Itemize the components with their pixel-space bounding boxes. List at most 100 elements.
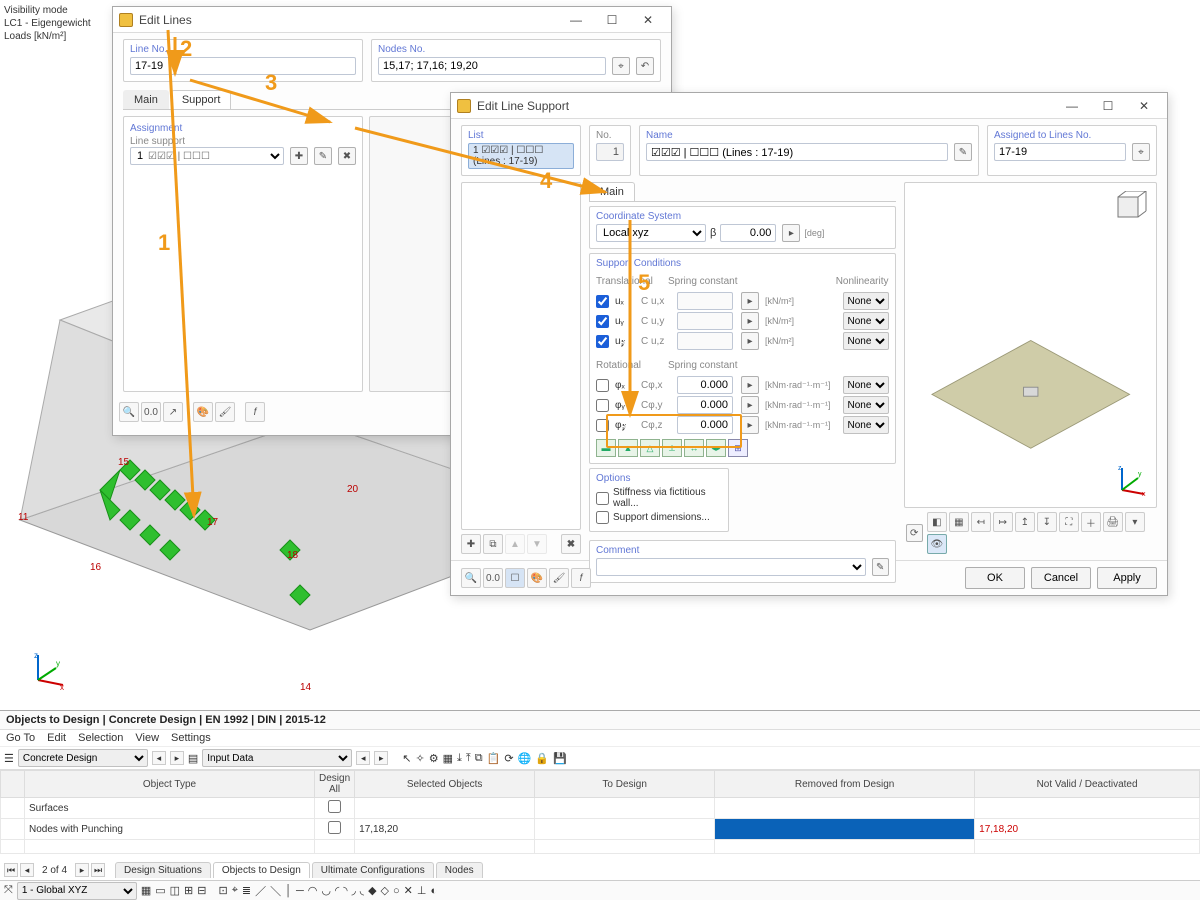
brush-icon[interactable]: 🖌	[549, 568, 569, 588]
view-iso-icon[interactable]: ◧	[927, 512, 947, 532]
sb-grid-icon[interactable]: ⊡	[218, 884, 227, 897]
sync-camera-icon[interactable]: 👁	[927, 534, 947, 554]
tree-icon[interactable]: ☰	[4, 752, 14, 765]
pager-next-icon[interactable]: ▸	[75, 863, 89, 877]
uy-check[interactable]	[596, 315, 609, 328]
support-titlebar[interactable]: Edit Line Support — ☐ ✕	[451, 93, 1167, 119]
arc-tool-icon[interactable]: ◝	[343, 884, 347, 897]
cancel-button[interactable]: Cancel	[1031, 567, 1091, 589]
category-select[interactable]: Concrete Design	[18, 749, 148, 767]
tool-paste-icon[interactable]: 📋	[487, 752, 501, 765]
snap-tangent-icon[interactable]: ◐	[430, 885, 437, 897]
arc-tool-icon[interactable]: ◞	[352, 884, 356, 897]
tool-globe-icon[interactable]: 🌐	[518, 752, 532, 765]
spinner-icon[interactable]: ▸	[741, 416, 759, 434]
tool-export-icon[interactable]: ⤒	[466, 752, 471, 765]
spinner-icon[interactable]: ▸	[741, 312, 759, 330]
ux-check[interactable]	[596, 295, 609, 308]
edit-support-icon[interactable]: ✎	[314, 147, 332, 165]
name-input[interactable]	[646, 143, 948, 161]
list-item[interactable]: 1 ☑☑☑ | ☐☐☐ (Lines : 17-19)	[468, 143, 574, 169]
select-icon[interactable]: ☐	[505, 568, 525, 588]
removed-cell[interactable]	[715, 819, 975, 840]
arc-tool-icon[interactable]: ◠	[308, 884, 318, 897]
dup-item-icon[interactable]: ⧉	[483, 534, 503, 554]
view-top-icon[interactable]: ↥	[1015, 512, 1035, 532]
tab-support[interactable]: Support	[171, 90, 232, 109]
delete-support-icon[interactable]: ✖	[338, 147, 356, 165]
tool-refresh-icon[interactable]: ⟳	[504, 752, 513, 765]
data-prev-icon[interactable]: ◂	[356, 751, 370, 765]
color-icon[interactable]: 🎨	[193, 402, 213, 422]
snap-mid-icon[interactable]: ◇	[381, 884, 389, 897]
spinner-icon[interactable]: ▸	[741, 396, 759, 414]
line-no-input[interactable]	[130, 57, 356, 75]
new-item-icon[interactable]: ✚	[461, 534, 481, 554]
support-list[interactable]	[461, 182, 581, 530]
edit-lines-titlebar[interactable]: Edit Lines — ☐ ✕	[113, 7, 671, 33]
maximize-button[interactable]: ☐	[1091, 96, 1125, 116]
arc-tool-icon[interactable]: ◜	[335, 884, 339, 897]
sb2-icon[interactable]: ▭	[155, 884, 165, 897]
brush-icon[interactable]: 🖌	[215, 402, 235, 422]
tool-lock-icon[interactable]: 🔒	[535, 752, 549, 765]
zoom-in-icon[interactable]: ＋	[1081, 512, 1101, 532]
maximize-button[interactable]: ☐	[595, 10, 629, 30]
sb-snap-icon[interactable]: ⌖	[232, 884, 238, 897]
delete-item-icon[interactable]: ✖	[561, 534, 581, 554]
menu-settings[interactable]: Settings	[171, 732, 211, 744]
comment-input[interactable]	[596, 558, 866, 576]
zoom-fit-icon[interactable]: ⛶	[1059, 512, 1079, 532]
edit-name-icon[interactable]: ✎	[954, 143, 972, 161]
comment-edit-icon[interactable]: ✎	[872, 558, 889, 576]
up-icon[interactable]: ▲	[505, 534, 525, 554]
view-front-icon[interactable]: ↧	[1037, 512, 1057, 532]
menu-view[interactable]: View	[135, 732, 159, 744]
view-cube-icon[interactable]	[1112, 191, 1148, 227]
input-data-select[interactable]: Input Data	[202, 749, 352, 767]
tab-ultimate[interactable]: Ultimate Configurations	[312, 862, 434, 878]
pager-prev-icon[interactable]: ◂	[20, 863, 34, 877]
search-icon[interactable]: 🔍	[461, 568, 481, 588]
close-button[interactable]: ✕	[1127, 96, 1161, 116]
phix-check[interactable]	[596, 379, 609, 392]
cat-next-icon[interactable]: ▸	[170, 751, 184, 765]
pick-nodes-icon[interactable]: ⌖	[612, 57, 630, 75]
input-data-icon[interactable]: ▤	[188, 752, 198, 765]
uz-nonlin[interactable]: None	[843, 332, 889, 350]
search-icon[interactable]: 🔍	[119, 402, 139, 422]
units-icon[interactable]: 0.0	[483, 568, 503, 588]
tab-nodes[interactable]: Nodes	[436, 862, 483, 878]
opt-stiffness-check[interactable]	[596, 492, 609, 505]
reverse-icon[interactable]: ↶	[636, 57, 654, 75]
opt-dimensions-check[interactable]	[596, 511, 609, 524]
view-right-icon[interactable]: ↦	[993, 512, 1013, 532]
coord-system-select[interactable]: 1 - Global XYZ	[17, 882, 137, 900]
apply-button[interactable]: Apply	[1097, 567, 1157, 589]
cat-prev-icon[interactable]: ◂	[152, 751, 166, 765]
script-icon[interactable]: f	[571, 568, 591, 588]
ux-nonlin[interactable]: None	[843, 292, 889, 310]
nodes-no-input[interactable]	[378, 57, 606, 75]
menu-selection[interactable]: Selection	[78, 732, 123, 744]
sb3-icon[interactable]: ◫	[170, 884, 180, 897]
view-left-icon[interactable]: ↤	[971, 512, 991, 532]
units-icon[interactable]: 0.0	[141, 402, 161, 422]
line-tool-icon[interactable]: ／	[255, 883, 266, 899]
phiz-nonlin[interactable]: None	[843, 416, 889, 434]
phiy-nonlin[interactable]: None	[843, 396, 889, 414]
phiy-check[interactable]	[596, 399, 609, 412]
spinner-icon[interactable]: ▸	[741, 376, 759, 394]
minimize-button[interactable]: —	[559, 10, 593, 30]
uy-nonlin[interactable]: None	[843, 312, 889, 330]
snap-endpoint-icon[interactable]: ◆	[368, 884, 376, 897]
view-grid-icon[interactable]: ▦	[949, 512, 969, 532]
down-icon[interactable]: ▼	[527, 534, 547, 554]
arc-tool-icon[interactable]: ◡	[321, 884, 331, 897]
print-icon[interactable]: 🖨	[1103, 512, 1123, 532]
tab-objects-to-design[interactable]: Objects to Design	[213, 862, 310, 878]
coord-axes-icon[interactable]: ⤧	[4, 884, 13, 897]
cphix-input[interactable]	[677, 376, 733, 394]
tool-table-icon[interactable]: ▦	[443, 752, 453, 765]
ok-button[interactable]: OK	[965, 567, 1025, 589]
